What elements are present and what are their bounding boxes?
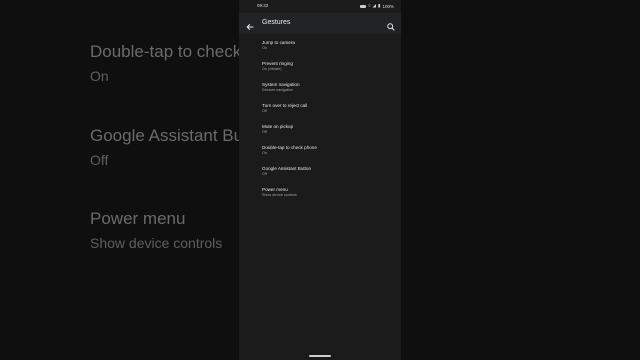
status-time: 09:32 [257,3,269,8]
wifi-icon: ▿ [368,3,371,8]
phone-screen: 09:32 ▿ ◢ ▮ 100% Gestures Jump to camera… [239,0,401,360]
setting-jump-to-camera[interactable]: Jump to camera On [239,36,401,57]
bg-item-double-tap: Double-tap to check On [90,42,241,84]
bg-item-google-assistant: Google Assistant But Off [90,126,248,168]
bg-item-subtitle: On [90,68,109,84]
status-bar: 09:32 ▿ ◢ ▮ 100% [239,0,401,13]
arrow-left-icon[interactable] [245,19,255,30]
setting-subtitle: On [262,46,267,50]
setting-double-tap-check-phone[interactable]: Double-tap to check phone On [239,141,401,162]
battery-icon: ▮ [378,3,381,8]
setting-title: Turn over to reject call [262,103,308,108]
setting-subtitle: On (vibrate) [262,67,282,71]
setting-power-menu[interactable]: Power menu Show device controls [239,183,401,204]
setting-title: Double-tap to check phone [262,145,317,150]
setting-google-assistant-button[interactable]: Google Assistant Button Off [239,162,401,183]
setting-title: Power menu [262,187,288,192]
battery-level: 100% [382,3,394,9]
setting-system-navigation[interactable]: System navigation Gesture navigation [239,78,401,99]
setting-subtitle: Show device controls [262,193,297,197]
setting-subtitle: On [262,151,267,155]
setting-title: Jump to camera [262,40,295,45]
setting-prevent-ringing[interactable]: Prevent ringing On (vibrate) [239,57,401,78]
notification-icon [360,4,367,8]
setting-subtitle: Off [262,109,267,113]
page-title: Gestures [262,19,291,26]
setting-subtitle: Off [262,130,267,134]
setting-title: Google Assistant Button [262,166,312,171]
bg-item-title: Power menu [90,209,186,228]
search-icon[interactable] [386,19,396,31]
gesture-nav-bar[interactable] [309,355,331,357]
setting-subtitle: Gesture navigation [262,88,293,92]
bg-item-subtitle: Show device controls [90,235,223,251]
setting-title: Prevent ringing [262,61,293,66]
bg-item-title: Double-tap to check [90,42,242,61]
setting-turn-over-reject[interactable]: Turn over to reject call Off [239,99,401,120]
setting-title: System navigation [262,82,300,87]
setting-title: Mute on pickup [262,124,294,129]
status-icons: ▿ ◢ ▮ 100% [360,3,394,9]
bg-item-power-menu: Power menu Show device controls [90,209,222,251]
bg-item-subtitle: Off [90,152,109,168]
setting-subtitle: Off [262,172,267,176]
signal-icon: ◢ [372,3,376,8]
bg-item-title: Google Assistant But [90,126,248,145]
app-bar: Gestures [239,13,401,34]
setting-mute-on-pickup[interactable]: Mute on pickup Off [239,120,401,141]
